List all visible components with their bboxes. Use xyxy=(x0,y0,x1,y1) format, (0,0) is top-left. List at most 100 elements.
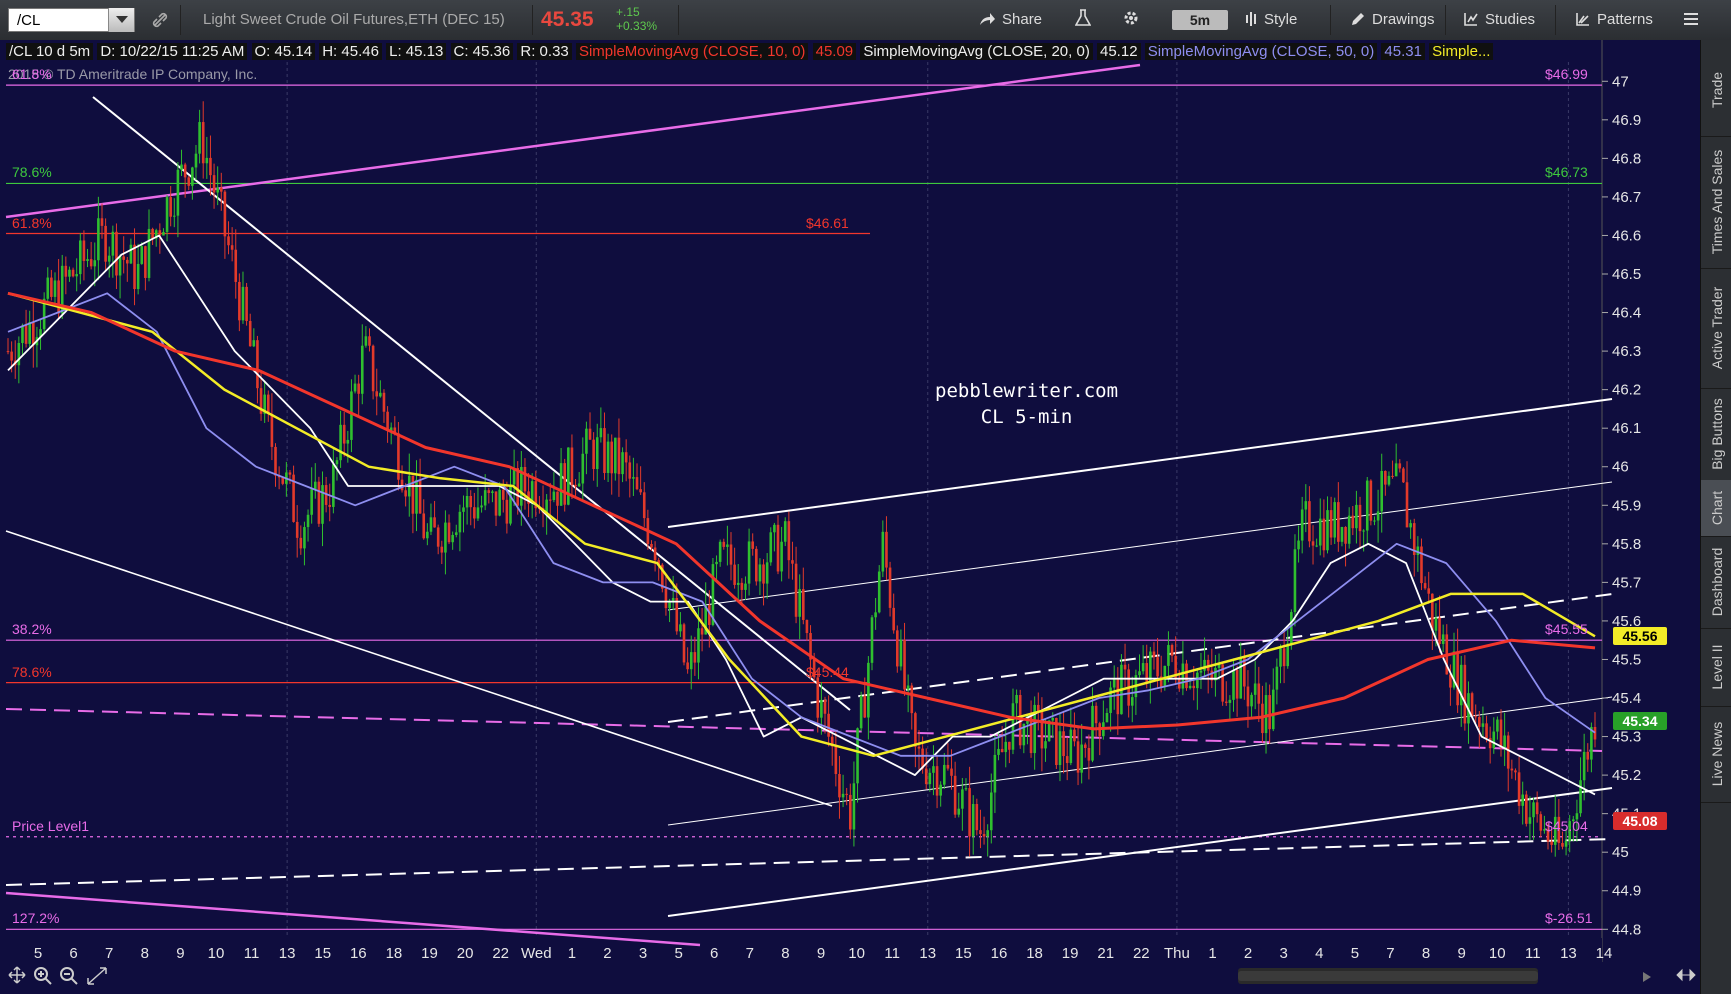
candle-body xyxy=(1550,841,1553,845)
level-percent-label: 78.6% xyxy=(12,164,52,181)
candle-body xyxy=(718,541,722,562)
divider xyxy=(1555,5,1556,35)
sidebar-tab-chart[interactable]: Chart xyxy=(1701,480,1731,537)
level-percent-label: 78.6% xyxy=(12,663,52,680)
drawings-label: Drawings xyxy=(1372,11,1435,28)
candle-body xyxy=(364,336,368,346)
horizontal-scrollbar[interactable] xyxy=(1238,968,1538,984)
candle-body xyxy=(1246,686,1250,707)
x-tick-label: 9 xyxy=(176,945,184,962)
candle-body xyxy=(780,541,783,572)
candle-body xyxy=(1474,716,1478,718)
sidebar-tab-dashboard[interactable]: Dashboard xyxy=(1701,536,1731,629)
candle-body xyxy=(614,437,617,474)
timeframe-selector[interactable]: 5m xyxy=(1172,10,1228,30)
divider xyxy=(532,5,533,35)
candle-body xyxy=(1387,475,1391,485)
candle-body xyxy=(914,713,917,747)
candle-body xyxy=(151,228,154,239)
candle-body xyxy=(436,527,440,547)
sidebar-tab-active-trader[interactable]: Active Trader xyxy=(1701,268,1731,389)
link-icon[interactable] xyxy=(152,12,168,33)
expand-icon[interactable] xyxy=(1676,968,1696,987)
candle-body xyxy=(1044,741,1047,749)
sma50-label[interactable]: SimpleMovingAvg (CLOSE, 50, 0) xyxy=(1144,43,1378,60)
x-tick-label: 7 xyxy=(746,945,754,962)
candle-body xyxy=(964,788,968,790)
candle-body xyxy=(682,624,686,663)
pan-icon[interactable] xyxy=(8,966,26,989)
candle-body xyxy=(679,624,682,632)
price-chart[interactable]: 4746.946.846.746.646.546.446.346.246.146… xyxy=(0,40,1700,994)
bar-low: L: 45.13 xyxy=(386,43,447,60)
candle-body xyxy=(1398,463,1402,469)
y-tick-label: 46 xyxy=(1612,459,1629,476)
sma20-label[interactable]: SimpleMovingAvg (CLOSE, 20, 0) xyxy=(860,43,1093,60)
candle-body xyxy=(1192,685,1196,689)
scrollbar-thumb[interactable] xyxy=(1238,971,1538,981)
level-percent-label: 61.8% xyxy=(12,66,52,83)
patterns-button[interactable]: Patterns xyxy=(1575,9,1653,31)
x-tick-label: 13 xyxy=(919,945,936,962)
sidebar-tab-live-news[interactable]: Live News xyxy=(1701,706,1731,803)
candle-body xyxy=(726,544,729,547)
candle-body xyxy=(404,490,407,497)
candle-body xyxy=(317,481,321,524)
menu-button[interactable] xyxy=(1683,9,1705,31)
scroll-right-icon[interactable] xyxy=(1642,970,1652,988)
candle-body xyxy=(852,783,856,830)
candle-body xyxy=(1116,678,1120,715)
candle-body xyxy=(1579,780,1582,814)
x-tick-label: 8 xyxy=(781,945,789,962)
sidebar-tab-trade[interactable]: Trade xyxy=(1701,44,1731,137)
candle-body xyxy=(1004,741,1008,753)
candle-body xyxy=(516,468,520,506)
candle-body xyxy=(1080,744,1083,773)
style-button[interactable]: Style xyxy=(1244,9,1297,31)
candle-body xyxy=(1405,482,1409,528)
candle-body xyxy=(1420,546,1423,584)
candle-body xyxy=(849,794,852,830)
candle-body xyxy=(1586,751,1590,760)
more-studies[interactable]: Simple... xyxy=(1429,43,1494,60)
studies-button[interactable]: Studies xyxy=(1463,9,1535,31)
candle-body xyxy=(1065,756,1069,764)
sidebar-tab-level-ii[interactable]: Level II xyxy=(1701,628,1731,707)
candle-body xyxy=(122,256,125,260)
candle-body xyxy=(961,789,964,809)
drawings-button[interactable]: Drawings xyxy=(1350,9,1435,31)
candle-body xyxy=(194,153,198,168)
candle-body xyxy=(1000,748,1004,753)
sma20-value: 45.12 xyxy=(1097,43,1141,60)
sidebar-tab-times-and-sales[interactable]: Times And Sales xyxy=(1701,136,1731,269)
candle-body xyxy=(845,793,848,795)
candle-body xyxy=(1329,510,1333,538)
candle-body xyxy=(577,483,581,487)
flask-button[interactable] xyxy=(1074,9,1097,31)
zoom-out-icon[interactable] xyxy=(59,966,79,991)
candle-body xyxy=(440,546,444,553)
symbol-dropdown-button[interactable] xyxy=(108,8,134,32)
candle-body xyxy=(1170,645,1174,656)
candle-body xyxy=(1528,817,1532,824)
candle-body xyxy=(1239,657,1243,699)
candle-body xyxy=(1083,744,1087,749)
candle-body xyxy=(454,532,458,535)
level-value-label: $-26.51 xyxy=(1545,910,1593,927)
x-tick-label: 11 xyxy=(1525,945,1541,962)
zoom-in-icon[interactable] xyxy=(33,966,53,991)
x-tick-label: 7 xyxy=(105,945,113,962)
candle-body xyxy=(805,619,809,633)
top-toolbar: /CL Light Sweet Crude Oil Futures,ETH (D… xyxy=(0,0,1731,41)
candle-body xyxy=(418,479,422,514)
sidebar-tab-big-buttons[interactable]: Big Buttons xyxy=(1701,388,1731,481)
candle-body xyxy=(1337,502,1340,542)
y-tick-label: 46.1 xyxy=(1612,420,1641,437)
share-button[interactable]: Share xyxy=(978,9,1042,31)
settings-button[interactable] xyxy=(1122,9,1146,31)
candle-body xyxy=(17,343,21,366)
drag-zoom-icon[interactable] xyxy=(86,966,108,991)
candle-body xyxy=(1199,670,1203,673)
candle-body xyxy=(1282,648,1286,667)
sma10-label[interactable]: SimpleMovingAvg (CLOSE, 10, 0) xyxy=(575,43,809,60)
